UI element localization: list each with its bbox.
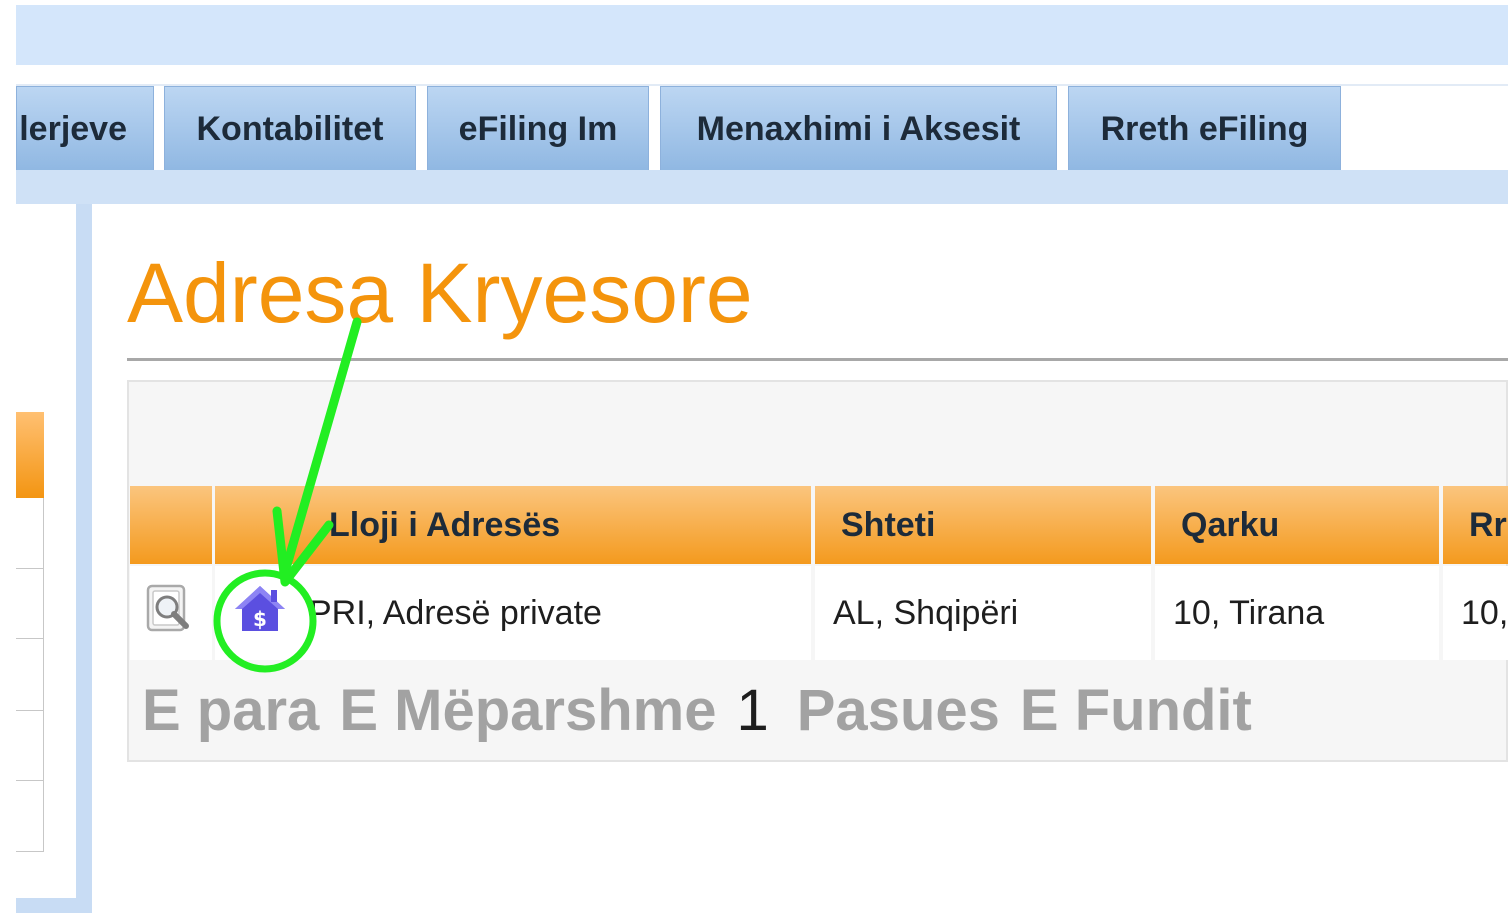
- pager-previous[interactable]: E Mëparshme: [339, 678, 716, 743]
- column-header-country[interactable]: Shteti: [815, 486, 1151, 564]
- tab-kontabilitet[interactable]: Kontabilitet: [164, 86, 416, 172]
- table-cell-address-type: $ PRI, Adresë private: [215, 566, 811, 660]
- tab-efiling-im[interactable]: eFiling Im: [427, 86, 649, 172]
- address-type-value: PRI, Adresë private: [309, 593, 602, 632]
- tab-rreth-efiling[interactable]: Rreth eFiling: [1068, 86, 1341, 172]
- sidebar-active-item[interactable]: [16, 412, 44, 498]
- table-cell-country: AL, Shqipëri: [815, 566, 1151, 660]
- sidebar-item-border: [43, 498, 44, 852]
- table-cell-view: [130, 566, 212, 660]
- column-header-address-type[interactable]: Lloji i Adresës: [215, 486, 811, 564]
- sidebar-divider: [16, 710, 44, 711]
- page-title: Adresa Kryesore: [127, 246, 753, 340]
- pagination: E para E Mëparshme 1 Pasues E Fundit: [142, 676, 1272, 746]
- column-header-district[interactable]: Qarku: [1155, 486, 1439, 564]
- title-divider: [127, 358, 1508, 361]
- table-cell-district: 10, Tirana: [1155, 566, 1439, 660]
- top-banner: [16, 5, 1508, 65]
- sidebar: [16, 204, 76, 898]
- tab-partial[interactable]: lerjeve: [16, 86, 154, 172]
- column-header-partial[interactable]: Rr: [1443, 486, 1508, 564]
- sidebar-divider: [16, 851, 44, 852]
- column-header-actions: [130, 486, 212, 564]
- sidebar-divider: [16, 568, 44, 569]
- house-dollar-icon[interactable]: $: [231, 584, 289, 643]
- magnifier-document-icon[interactable]: [144, 583, 196, 644]
- pager-current-page: 1: [736, 678, 769, 743]
- sidebar-divider: [16, 638, 44, 639]
- pager-next[interactable]: Pasues: [797, 678, 1000, 743]
- pager-last[interactable]: E Fundit: [1020, 678, 1252, 743]
- tab-menaxhimi-aksesit[interactable]: Menaxhimi i Aksesit: [660, 86, 1057, 172]
- nav-bottom-strip: [16, 170, 1508, 204]
- pager-first[interactable]: E para: [142, 678, 319, 743]
- table-cell-partial: 10,: [1443, 566, 1508, 660]
- svg-text:$: $: [253, 607, 267, 631]
- sidebar-divider: [16, 780, 44, 781]
